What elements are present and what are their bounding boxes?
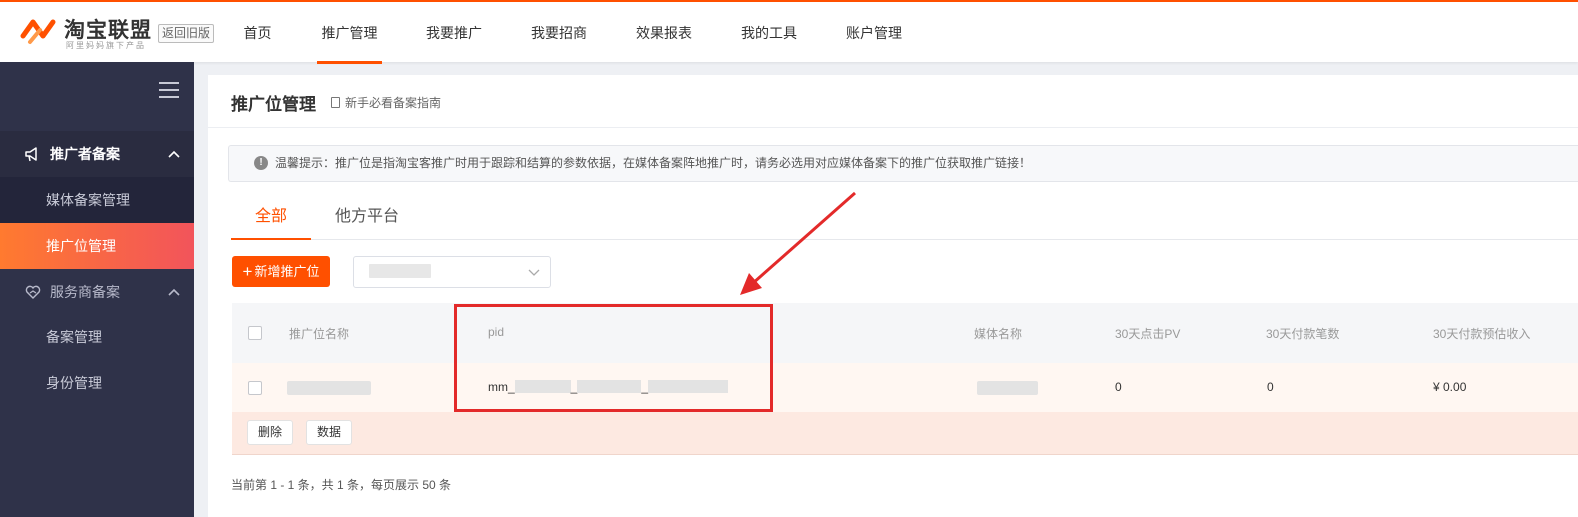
column-header-income: 30天付款预估收入 xyxy=(1433,327,1531,341)
nav-item-home[interactable]: 首页 xyxy=(230,2,285,62)
nav-item-reports[interactable]: 效果报表 xyxy=(635,2,693,62)
annotation-highlight-box xyxy=(454,304,773,412)
row-clicks: 0 xyxy=(1115,380,1122,394)
main-panel: 推广位管理 新手必看备案指南 ! 温馨提示：推广位是指淘宝客推广时用于跟踪和结算… xyxy=(208,75,1578,517)
nav-item-promotion-management[interactable]: 推广管理 xyxy=(317,2,382,64)
chevron-up-icon xyxy=(168,131,180,177)
chevron-up-icon xyxy=(168,269,180,315)
tab-bar: 全部 他方平台 xyxy=(231,190,1578,240)
media-select[interactable] xyxy=(353,256,551,288)
delete-button[interactable]: 删除 xyxy=(247,420,294,445)
column-header-clicks: 30天点击PV xyxy=(1115,327,1181,341)
row-orders: 0 xyxy=(1267,380,1274,394)
nav-item-account[interactable]: 账户管理 xyxy=(845,2,903,62)
add-pid-button[interactable]: + 新增推广位 xyxy=(232,256,330,287)
logo-subtitle: 阿里妈妈旗下产品 xyxy=(66,41,146,50)
column-header-orders: 30天付款笔数 xyxy=(1266,327,1340,341)
sidebar-group-label: 服务商备案 xyxy=(50,284,120,300)
table-header: 推广位名称 pid 媒体名称 30天点击PV 30天付款笔数 30天付款预估收入 xyxy=(232,303,1578,363)
tab-other-platforms[interactable]: 他方平台 xyxy=(335,202,399,226)
nav-item-tools[interactable]: 我的工具 xyxy=(740,2,798,62)
column-header-media: 媒体名称 xyxy=(974,327,1023,341)
row-media-redacted xyxy=(977,381,1038,395)
top-bar: 淘宝联盟 阿里妈妈旗下产品 返回旧版 首页 推广管理 我要推广 我要招商 效果报… xyxy=(0,0,1578,64)
top-nav: 首页 推广管理 我要推广 我要招商 效果报表 我的工具 账户管理 xyxy=(230,2,903,64)
sidebar-group-promoter-filing[interactable]: 推广者备案 xyxy=(0,131,194,177)
row-income: ¥ 0.00 xyxy=(1433,380,1467,394)
row-name-redacted xyxy=(287,381,371,395)
sidebar-group-label: 推广者备案 xyxy=(50,146,120,162)
sidebar: 推广者备案 媒体备案管理 推广位管理 服务商备案 备案管理 身份管理 xyxy=(0,62,194,517)
select-all-checkbox[interactable] xyxy=(248,326,262,340)
chevron-down-icon xyxy=(528,262,540,285)
tab-all[interactable]: 全部 xyxy=(255,202,287,226)
handshake-icon xyxy=(25,285,41,299)
pagination-info: 当前第 1 - 1 条，共 1 条，每页展示 50 条 xyxy=(231,478,452,492)
megaphone-icon xyxy=(25,147,37,162)
tab-active-indicator xyxy=(231,238,311,240)
logo-mark-icon xyxy=(20,19,56,44)
row-actions: 删除 数据 xyxy=(232,412,1578,455)
tip-banner: ! 温馨提示：推广位是指淘宝客推广时用于跟踪和结算的参数依据，在媒体备案阵地推广… xyxy=(228,145,1578,182)
sidebar-item-identity-management[interactable]: 身份管理 xyxy=(0,360,194,406)
page-title: 推广位管理 xyxy=(231,95,316,114)
taobao-union-logo[interactable]: 淘宝联盟 阿里妈妈旗下产品 xyxy=(20,14,155,54)
info-icon: ! xyxy=(254,156,268,170)
sidebar-item-pid-management[interactable]: 推广位管理 xyxy=(0,223,194,269)
guide-link[interactable]: 新手必看备案指南 xyxy=(331,94,441,111)
nav-item-merchant[interactable]: 我要招商 xyxy=(530,2,588,62)
nav-item-promote[interactable]: 我要推广 xyxy=(425,2,483,62)
book-icon xyxy=(331,97,340,108)
menu-toggle-icon[interactable] xyxy=(159,82,179,98)
tip-text: 温馨提示：推广位是指淘宝客推广时用于跟踪和结算的参数依据，在媒体备案阵地推广时，… xyxy=(275,156,1032,170)
sidebar-item-media-filing[interactable]: 媒体备案管理 xyxy=(0,177,194,223)
sidebar-item-filing-management[interactable]: 备案管理 xyxy=(0,314,194,360)
row-checkbox[interactable] xyxy=(248,381,262,395)
page-header: 推广位管理 新手必看备案指南 xyxy=(208,75,1578,128)
old-version-button[interactable]: 返回旧版 xyxy=(158,24,215,43)
select-value-redacted xyxy=(369,264,431,278)
column-header-name: 推广位名称 xyxy=(289,327,350,341)
plus-icon: + xyxy=(242,262,253,281)
table-row[interactable]: mm_ _ _ 0 0 ¥ 0.00 xyxy=(232,363,1578,412)
guide-link-label: 新手必看备案指南 xyxy=(345,96,442,110)
add-pid-label: 新增推广位 xyxy=(254,264,320,279)
sidebar-group-service-filing[interactable]: 服务商备案 xyxy=(0,269,194,315)
data-button[interactable]: 数据 xyxy=(306,420,353,445)
